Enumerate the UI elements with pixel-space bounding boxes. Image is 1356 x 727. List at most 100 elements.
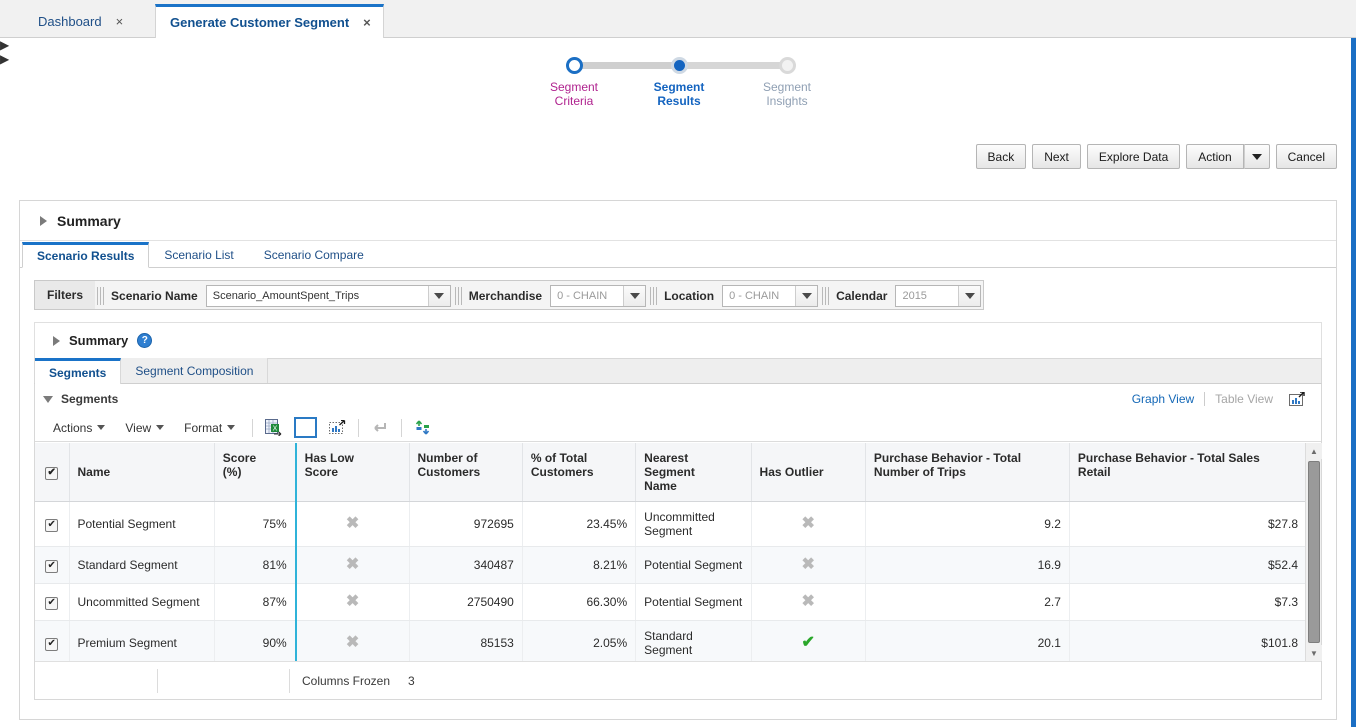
close-icon[interactable]: × — [363, 15, 371, 30]
filter-dropdown-button[interactable] — [427, 286, 450, 306]
table-row[interactable]: ✔ Premium Segment 90% ✖ 85153 2.05% Stan… — [35, 620, 1308, 661]
freeze-columns-icon[interactable] — [412, 418, 434, 438]
column-pct-of-total-customers[interactable]: % of Total Customers — [522, 443, 637, 502]
column-header-label-line1: % of Total — [530, 451, 588, 465]
cell-has-outlier: ✖ — [751, 583, 866, 621]
view-menu[interactable]: View — [115, 417, 174, 439]
column-number-of-customers[interactable]: Number of Customers — [409, 443, 523, 502]
tab-label: Scenario List — [164, 247, 234, 262]
page-scrollbar[interactable] — [1351, 38, 1356, 727]
table-status-bar: Columns Frozen 3 — [35, 661, 1321, 699]
query-by-example-box[interactable] — [294, 417, 318, 438]
table-row[interactable]: ✔ Potential Segment 75% ✖ 972695 23.45% … — [35, 501, 1308, 547]
filter-field[interactable]: 0 - CHAIN — [722, 285, 819, 307]
page-scrollbar-thumb[interactable] — [1351, 38, 1356, 727]
filter-field[interactable]: 0 - CHAIN — [550, 285, 647, 307]
disclosure-collapsed-icon[interactable] — [40, 215, 47, 226]
scroll-up-icon[interactable]: ▲ — [1306, 443, 1322, 459]
action-split-button[interactable]: Action — [1186, 144, 1270, 169]
column-select-all[interactable]: ✔ — [35, 443, 70, 502]
nearest-line1: Potential Segment — [644, 595, 743, 609]
filter-dropdown-button[interactable] — [623, 286, 646, 306]
row-select-cell[interactable]: ✔ — [35, 501, 70, 547]
disclosure-collapsed-icon[interactable] — [53, 335, 60, 346]
drag-grip-icon[interactable] — [97, 287, 106, 305]
row-checkbox[interactable]: ✔ — [45, 596, 59, 610]
column-has-outlier[interactable]: Has Outlier — [751, 443, 866, 502]
actions-menu[interactable]: Actions — [43, 417, 115, 439]
next-button[interactable]: Next — [1032, 144, 1081, 169]
back-button[interactable]: Back — [975, 144, 1027, 169]
filter-calendar[interactable]: Calendar 2015 — [820, 281, 983, 311]
table-vertical-scrollbar[interactable]: ▲ ▼ — [1305, 443, 1322, 661]
cell-pct-total-customers: 2.05% — [522, 620, 637, 661]
action-dropdown-button[interactable] — [1243, 144, 1270, 169]
status-columns-frozen[interactable]: Columns Frozen 3 — [290, 662, 415, 700]
table-row[interactable]: ✔ Uncommitted Segment 87% ✖ 2750490 66.3… — [35, 583, 1308, 621]
filter-location[interactable]: Location 0 - CHAIN — [648, 281, 820, 311]
column-name[interactable]: Name — [69, 443, 215, 502]
cell-total-sales-retail: $7.3 — [1069, 583, 1308, 621]
row-checkbox[interactable]: ✔ — [45, 559, 59, 573]
column-purchase-behavior-total-sales-retail[interactable]: Purchase Behavior - Total Sales Retail — [1069, 443, 1308, 502]
filter-dropdown-button[interactable] — [958, 286, 981, 306]
format-menu[interactable]: Format — [174, 417, 245, 439]
action-button[interactable]: Action — [1186, 144, 1244, 169]
row-select-cell[interactable]: ✔ — [35, 620, 70, 661]
segments-table-container[interactable]: ✔ Name Score (%) Has Low Score Number of… — [35, 443, 1321, 661]
graph-view-link[interactable]: Graph View — [1132, 392, 1194, 406]
drag-grip-icon[interactable] — [454, 287, 463, 305]
detach-chart-icon[interactable] — [1286, 389, 1308, 409]
filter-field[interactable]: Scenario_AmountSpent_Trips — [205, 285, 451, 307]
tab-segment-composition[interactable]: Segment Composition — [121, 358, 269, 383]
chevron-down-icon — [227, 425, 236, 430]
train-stop-segment-criteria[interactable]: Segment Criteria — [529, 48, 619, 108]
disclosure-expanded-icon[interactable] — [43, 395, 53, 403]
select-all-checkbox[interactable]: ✔ — [45, 466, 59, 480]
filter-field[interactable]: 2015 — [895, 285, 982, 307]
scroll-down-icon[interactable]: ▼ — [1306, 645, 1322, 661]
cell-pct-total-customers: 66.30% — [522, 583, 637, 621]
table-row[interactable]: ✔ Standard Segment 81% ✖ 340487 8.21% Po… — [35, 546, 1308, 584]
tab-segments[interactable]: Segments — [35, 358, 122, 384]
column-score[interactable]: Score (%) — [214, 443, 297, 502]
row-checkbox[interactable]: ✔ — [45, 518, 59, 532]
tab-scenario-list[interactable]: Scenario List — [149, 241, 248, 267]
column-has-low-score[interactable]: Has Low Score — [295, 443, 410, 502]
filter-scenario-name[interactable]: Scenario Name Scenario_AmountSpent_Trips — [95, 281, 453, 311]
summary-panel-header[interactable]: Summary — [20, 201, 1336, 241]
filters-label: Filters — [35, 281, 96, 309]
train-stop-segment-results[interactable]: Segment Results — [634, 48, 724, 108]
browser-tab-dashboard[interactable]: Dashboard × — [24, 4, 135, 38]
browser-tab-generate-customer-segment[interactable]: Generate Customer Segment × — [155, 4, 384, 38]
cell-total-trips: 16.9 — [865, 546, 1070, 584]
cell-score: 90% — [214, 620, 297, 661]
filter-merchandise[interactable]: Merchandise 0 - CHAIN — [453, 281, 648, 311]
column-nearest-segment-name[interactable]: Nearest Segment Name — [635, 443, 752, 502]
explore-data-button[interactable]: Explore Data — [1086, 144, 1181, 169]
close-icon[interactable]: × — [116, 14, 124, 29]
column-purchase-behavior-total-trips[interactable]: Purchase Behavior - Total Number of Trip… — [865, 443, 1070, 502]
cell-score: 87% — [214, 583, 297, 621]
row-checkbox[interactable]: ✔ — [45, 637, 59, 651]
chevron-down-icon — [156, 425, 165, 430]
segments-header: Segments Graph View Table View — [35, 384, 1321, 414]
drag-grip-icon[interactable] — [650, 287, 659, 305]
row-select-cell[interactable]: ✔ — [35, 583, 70, 621]
inner-summary-header[interactable]: Summary ? — [34, 322, 1322, 358]
cell-nearest-segment-name: Standard Segment — [635, 620, 752, 661]
filter-dropdown-button[interactable] — [795, 286, 818, 306]
help-icon[interactable]: ? — [137, 333, 153, 348]
scrollbar-thumb[interactable] — [1308, 461, 1320, 643]
cancel-button[interactable]: Cancel — [1275, 144, 1337, 169]
page-title: Summary — [57, 212, 121, 229]
tab-scenario-results[interactable]: Scenario Results — [22, 242, 150, 268]
tab-scenario-compare[interactable]: Scenario Compare — [249, 241, 379, 267]
drag-grip-icon[interactable] — [822, 287, 831, 305]
chart-icon[interactable] — [326, 418, 348, 438]
row-select-cell[interactable]: ✔ — [35, 546, 70, 584]
export-to-excel-icon[interactable]: X — [263, 418, 285, 438]
column-header-label-line1: Score — [222, 451, 257, 465]
column-header-label-line2: Retail — [1077, 465, 1111, 479]
train-stop-segment-insights[interactable]: Segment Insights — [742, 48, 832, 108]
